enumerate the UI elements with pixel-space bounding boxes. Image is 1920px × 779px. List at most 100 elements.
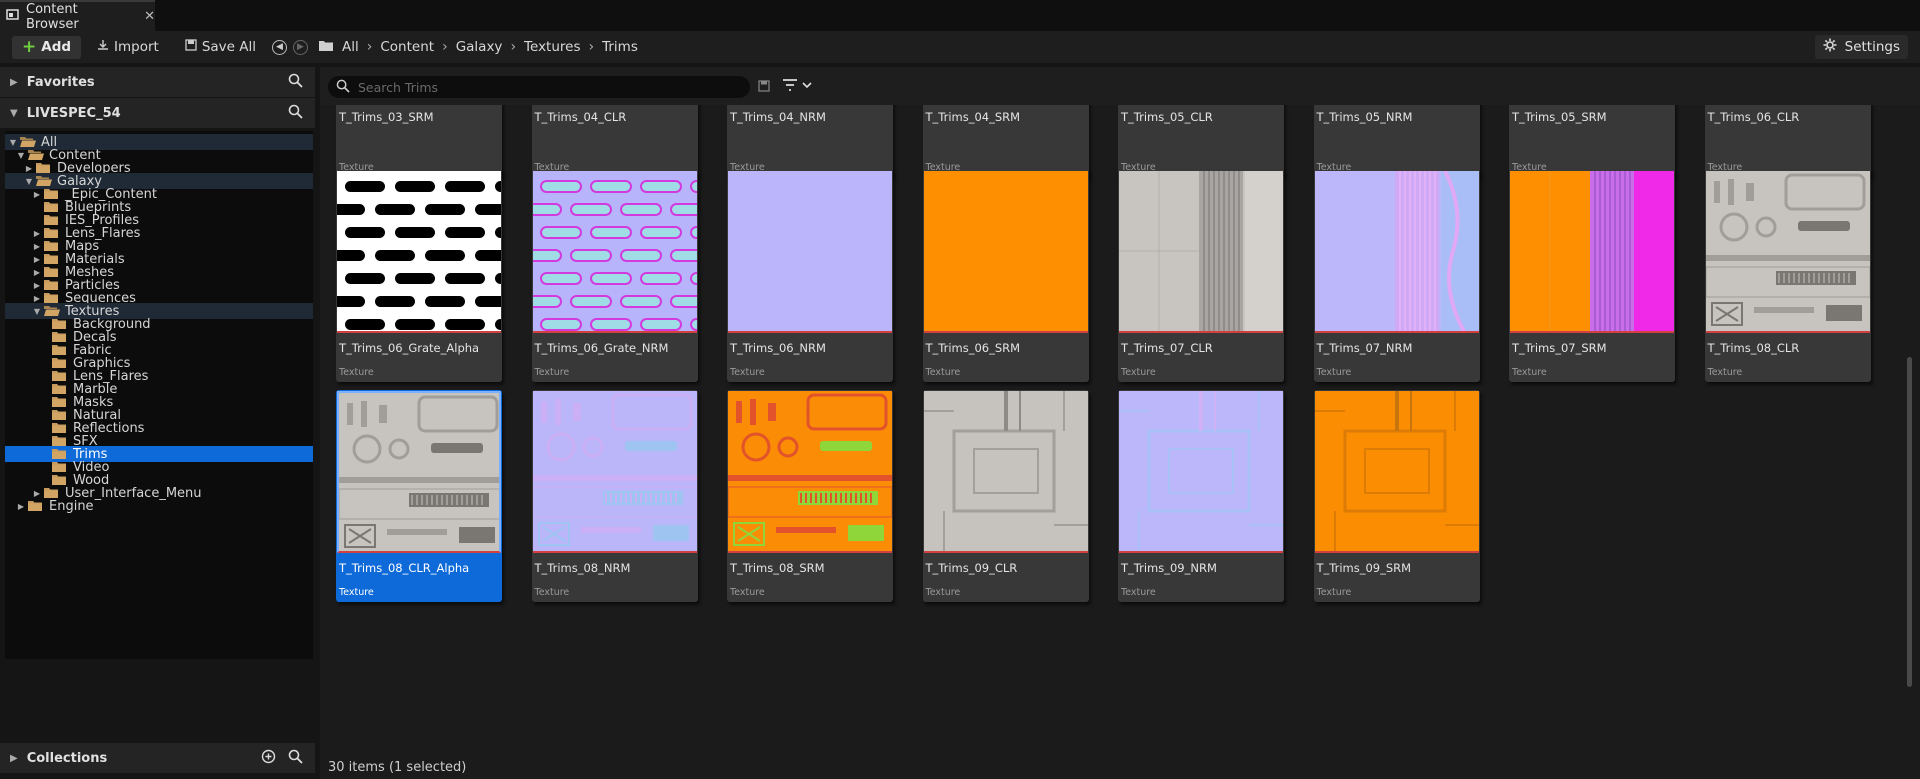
asset-type: Texture bbox=[925, 587, 961, 598]
breadcrumb-galaxy[interactable]: Galaxy bbox=[456, 39, 503, 55]
asset-tile[interactable]: T_Trims_06_Grate_NRM Texture bbox=[531, 170, 698, 382]
asset-thumbnail bbox=[1119, 171, 1283, 333]
tab-title: Content Browser bbox=[26, 1, 79, 32]
asset-tile[interactable]: T_Trims_08_CLR Texture bbox=[1704, 170, 1871, 382]
save-search-icon[interactable] bbox=[758, 80, 770, 95]
expand-arrow-icon[interactable]: ▶ bbox=[31, 294, 43, 303]
expand-arrow-icon[interactable]: ▶ bbox=[10, 77, 18, 88]
add-collection-icon[interactable] bbox=[261, 749, 276, 768]
expand-arrow-icon[interactable]: ▶ bbox=[31, 281, 43, 290]
expand-arrow-icon[interactable]: ▶ bbox=[31, 242, 43, 251]
expand-arrow-icon[interactable]: ▶ bbox=[15, 502, 27, 511]
asset-name: T_Trims_04_CLR bbox=[534, 110, 627, 124]
asset-tile[interactable]: T_Trims_08_NRM Texture bbox=[531, 390, 698, 602]
expand-arrow-icon[interactable]: ▶ bbox=[31, 229, 43, 238]
add-button[interactable]: + Add bbox=[12, 35, 82, 59]
asset-type: Texture bbox=[534, 587, 570, 598]
asset-name: T_Trims_05_SRM bbox=[1512, 110, 1607, 124]
asset-tile[interactable]: T_Trims_04_SRM Texture bbox=[922, 105, 1089, 177]
collapse-arrow-icon[interactable]: ▼ bbox=[10, 108, 18, 119]
asset-tile[interactable]: T_Trims_09_SRM Texture bbox=[1313, 390, 1480, 602]
asset-type: Texture bbox=[1316, 367, 1352, 378]
breadcrumb-textures[interactable]: Textures bbox=[524, 39, 580, 55]
asset-tile[interactable]: T_Trims_08_SRM Texture bbox=[727, 390, 893, 602]
tree-item-label: Engine bbox=[49, 498, 94, 514]
collapse-arrow-icon[interactable]: ▼ bbox=[7, 138, 19, 147]
favorites-header[interactable]: ▶ Favorites bbox=[0, 67, 315, 97]
search-input[interactable] bbox=[358, 79, 738, 95]
breadcrumb-chevron-icon[interactable]: › bbox=[442, 39, 448, 55]
asset-tile[interactable]: T_Trims_09_CLR Texture bbox=[922, 390, 1089, 602]
project-header[interactable]: ▼ LIVESPEC_54 bbox=[0, 98, 315, 128]
collapse-arrow-icon[interactable]: ▼ bbox=[31, 307, 43, 316]
breadcrumb-chevron-icon[interactable]: › bbox=[510, 39, 516, 55]
asset-thumbnail bbox=[337, 171, 501, 333]
search-icon[interactable] bbox=[288, 73, 303, 92]
asset-thumbnail bbox=[923, 171, 1088, 333]
search-icon[interactable] bbox=[288, 749, 303, 768]
expand-arrow-icon[interactable]: ▶ bbox=[31, 255, 43, 264]
asset-tile[interactable]: T_Trims_07_CLR Texture bbox=[1118, 170, 1284, 382]
asset-tile[interactable]: T_Trims_05_CLR Texture bbox=[1118, 105, 1284, 177]
expand-arrow-icon[interactable]: ▶ bbox=[31, 489, 43, 498]
expand-arrow-icon[interactable]: ▶ bbox=[23, 164, 35, 173]
import-button[interactable]: Import bbox=[87, 36, 169, 59]
asset-type: Texture bbox=[730, 367, 765, 378]
breadcrumb-chevron-icon[interactable]: › bbox=[589, 39, 595, 55]
filter-icon bbox=[783, 79, 797, 91]
asset-thumbnail bbox=[1705, 171, 1870, 333]
asset-tile[interactable]: T_Trims_08_CLR_Alpha Texture bbox=[336, 390, 502, 602]
asset-tile[interactable]: T_Trims_05_SRM Texture bbox=[1509, 105, 1675, 177]
asset-tile[interactable]: T_Trims_06_Grate_Alpha Texture bbox=[336, 170, 502, 382]
asset-tile[interactable]: T_Trims_06_NRM Texture bbox=[727, 170, 893, 382]
search-box[interactable] bbox=[328, 76, 750, 98]
tree-item[interactable]: ▶ Engine bbox=[5, 498, 313, 514]
asset-type: Texture bbox=[1121, 587, 1156, 598]
folder-browse-icon[interactable] bbox=[318, 39, 334, 56]
sources-panel: ▶ Favorites ▼ LIVESPEC_54 ▼ All ▼ Content ▶ D… bbox=[0, 67, 315, 779]
asset-tile[interactable]: T_Trims_07_SRM Texture bbox=[1509, 170, 1675, 382]
asset-tile[interactable]: T_Trims_05_NRM Texture bbox=[1313, 105, 1480, 177]
asset-tile[interactable]: T_Trims_04_CLR Texture bbox=[531, 105, 698, 177]
breadcrumb-content[interactable]: Content bbox=[380, 39, 434, 55]
filter-button[interactable] bbox=[782, 79, 812, 91]
folder-tree: ▼ All ▼ Content ▶ Developers ▼ Galaxy ▶ _Epic_Con… bbox=[5, 131, 313, 659]
asset-tile[interactable]: T_Trims_07_NRM Texture bbox=[1313, 170, 1480, 382]
asset-tile[interactable]: T_Trims_06_CLR Texture bbox=[1704, 105, 1871, 177]
asset-type: Texture bbox=[730, 587, 765, 598]
search-icon[interactable] bbox=[288, 104, 303, 123]
forward-icon[interactable]: ▶ bbox=[293, 39, 309, 55]
expand-arrow-icon[interactable]: ▶ bbox=[10, 753, 18, 764]
close-icon[interactable]: ✕ bbox=[144, 9, 155, 24]
asset-name: T_Trims_04_SRM bbox=[925, 110, 1021, 124]
expand-arrow-icon[interactable]: ▶ bbox=[31, 268, 43, 277]
asset-tile[interactable]: T_Trims_04_NRM Texture bbox=[727, 105, 893, 177]
expand-arrow-icon[interactable]: ▶ bbox=[31, 190, 43, 199]
breadcrumb-trims[interactable]: Trims bbox=[602, 39, 638, 55]
collapse-arrow-icon[interactable]: ▼ bbox=[23, 177, 35, 186]
asset-thumbnail bbox=[728, 391, 892, 553]
asset-tile[interactable]: T_Trims_03_SRM Texture bbox=[336, 105, 502, 177]
asset-name: T_Trims_04_NRM bbox=[730, 110, 826, 124]
asset-name: T_Trims_09_CLR bbox=[925, 561, 1018, 575]
asset-name: T_Trims_07_SRM bbox=[1512, 341, 1607, 355]
asset-type: Texture bbox=[925, 367, 961, 378]
asset-tile[interactable]: T_Trims_09_NRM Texture bbox=[1118, 390, 1284, 602]
collections-header[interactable]: ▶ Collections bbox=[0, 743, 315, 773]
save-all-button[interactable]: Save All bbox=[175, 36, 266, 59]
back-icon[interactable]: ◀ bbox=[272, 39, 288, 55]
asset-name: T_Trims_06_Grate_NRM bbox=[534, 341, 669, 355]
asset-name: T_Trims_05_NRM bbox=[1316, 110, 1413, 124]
settings-button[interactable]: Settings bbox=[1814, 35, 1908, 59]
asset-tile[interactable]: T_Trims_06_SRM Texture bbox=[922, 170, 1089, 382]
breadcrumb-all[interactable]: All bbox=[342, 39, 359, 55]
search-row bbox=[320, 67, 1920, 105]
breadcrumb-chevron-icon[interactable]: › bbox=[367, 39, 373, 55]
import-label: Import bbox=[114, 39, 159, 55]
collapse-arrow-icon[interactable]: ▼ bbox=[15, 151, 27, 160]
asset-name: T_Trims_09_NRM bbox=[1121, 561, 1217, 575]
folder-icon bbox=[27, 500, 45, 512]
tab-content-browser[interactable]: Content Browser ✕ bbox=[0, 0, 155, 32]
asset-thumbnail bbox=[1510, 171, 1674, 333]
grid-scrollbar[interactable] bbox=[1907, 357, 1912, 687]
